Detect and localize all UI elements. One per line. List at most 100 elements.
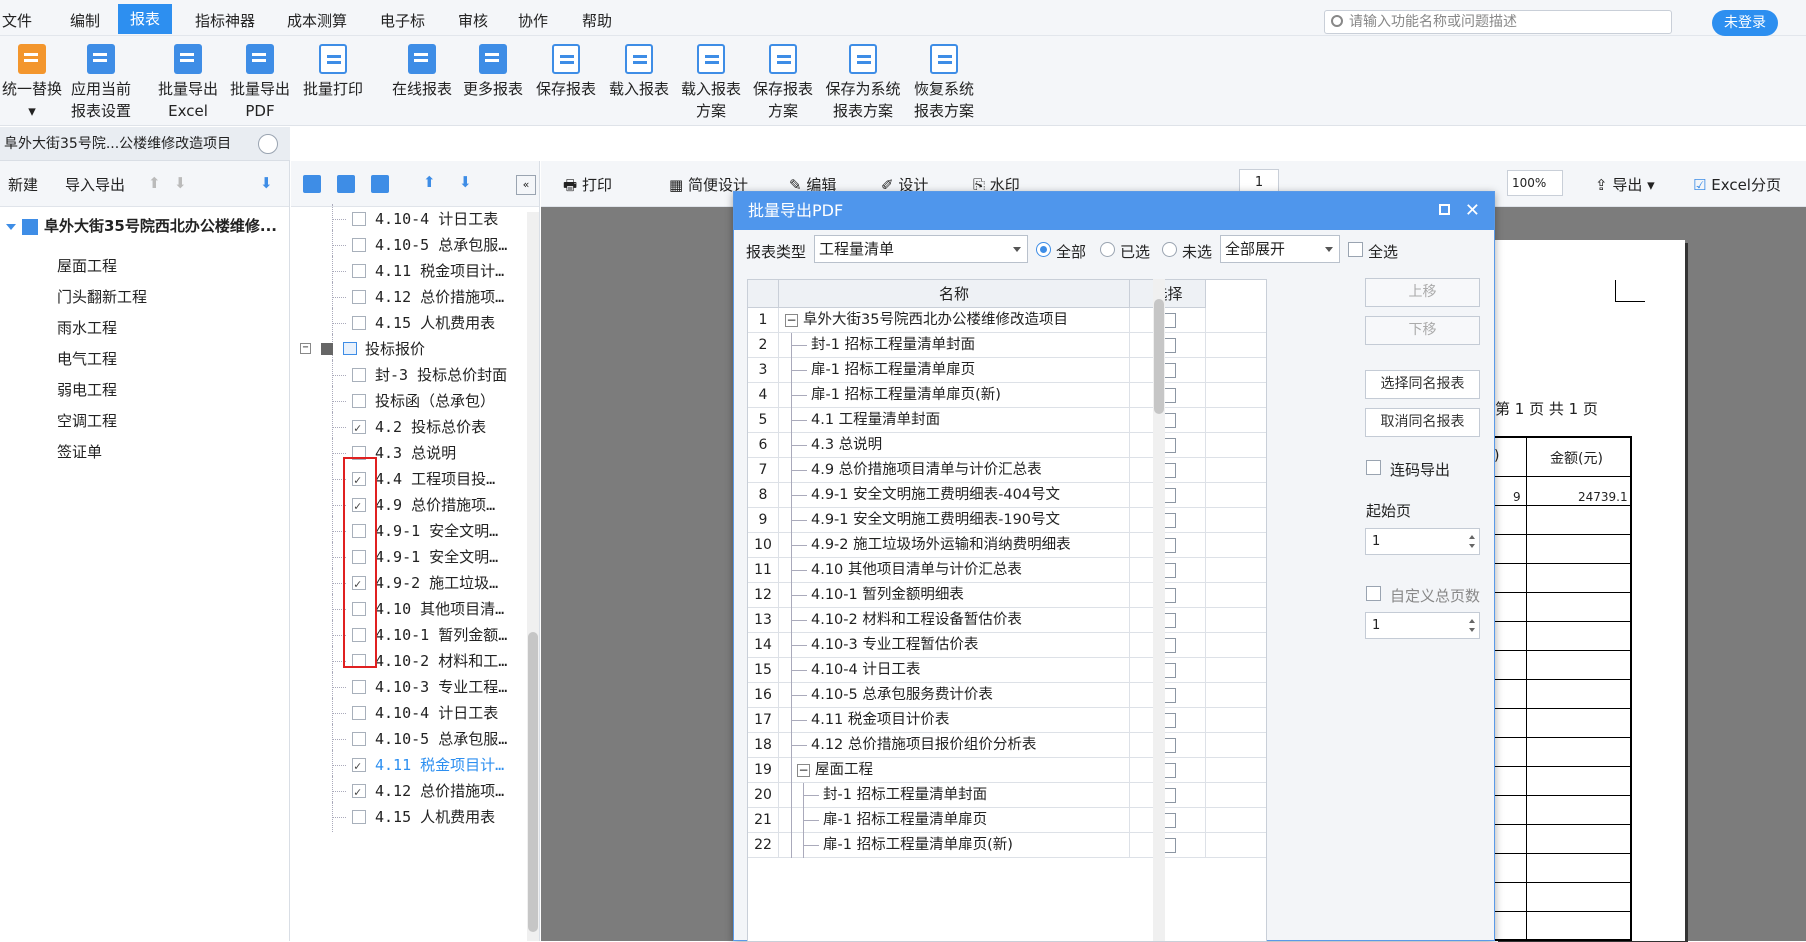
- checkbox-partial-icon[interactable]: [321, 343, 333, 355]
- move-down-button[interactable]: 下移: [1365, 316, 1480, 345]
- export-button[interactable]: ⇪ 导出 ▾: [1595, 174, 1655, 195]
- more-report-button[interactable]: 更多报表: [460, 44, 526, 100]
- online-report-button[interactable]: 在线报表: [389, 44, 455, 100]
- add-report-icon[interactable]: [303, 175, 321, 193]
- scroll-thumb[interactable]: [528, 632, 538, 932]
- grid-row[interactable]: 6 4.3 总说明: [748, 433, 1266, 458]
- download-icon[interactable]: ⬇: [260, 174, 273, 192]
- tree-item[interactable]: 空调工程: [57, 410, 117, 431]
- select-same-name-button[interactable]: 选择同名报表: [1365, 370, 1480, 399]
- radio-selected[interactable]: [1100, 242, 1115, 257]
- tree-item[interactable]: 屋面工程: [57, 255, 117, 276]
- checkbox-checked[interactable]: [352, 777, 366, 807]
- radio-all[interactable]: [1036, 242, 1051, 257]
- replace-button[interactable]: 统一替换 ▾: [2, 44, 62, 122]
- menu-index[interactable]: 指标神器: [195, 10, 255, 31]
- checkbox[interactable]: [352, 732, 366, 746]
- load-scheme-button[interactable]: 载入报表 方案: [678, 44, 744, 122]
- grid-row[interactable]: 1− 阜外大街35号院西北办公楼维修改造项目: [748, 308, 1266, 333]
- grid-row[interactable]: 17 4.11 税金项目计价表: [748, 708, 1266, 733]
- grid-row[interactable]: 7 4.9 总价措施项目清单与计价汇总表: [748, 458, 1266, 483]
- grid-row[interactable]: 13 4.10-2 材料和工程设备暂估价表: [748, 608, 1266, 633]
- custom-total-checkbox[interactable]: [1366, 586, 1381, 601]
- radio-unselected[interactable]: [1162, 242, 1177, 257]
- grid-row[interactable]: 3 扉-1 招标工程量清单扉页: [748, 358, 1266, 383]
- move-up-button[interactable]: 上移: [1365, 278, 1480, 307]
- grid-row[interactable]: 5 4.1 工程量清单封面: [748, 408, 1266, 433]
- tree-root[interactable]: 阜外大街35号院西北办公楼维修...: [6, 215, 277, 236]
- expand-select[interactable]: 全部展开: [1220, 235, 1340, 263]
- stepper-down-icon[interactable]: [1469, 628, 1475, 632]
- stepper-up-icon[interactable]: [1469, 619, 1475, 623]
- save-report-button[interactable]: 保存报表: [533, 44, 599, 100]
- checkbox[interactable]: [352, 368, 366, 382]
- checkbox[interactable]: [352, 290, 366, 304]
- stepper-down-icon[interactable]: [1469, 544, 1475, 548]
- grid-row[interactable]: 22 扉-1 招标工程量清单扉页(新): [748, 833, 1266, 858]
- tree-item[interactable]: 门头翻新工程: [57, 286, 147, 307]
- grid-row[interactable]: 8 4.9-1 安全文明施工费明细表-404号文: [748, 483, 1266, 508]
- grid-row[interactable]: 10 4.9-2 施工垃圾场外运输和消纳费明细表: [748, 533, 1266, 558]
- collapse-panel-icon[interactable]: «: [516, 175, 536, 195]
- checkbox-checked[interactable]: [352, 413, 366, 443]
- checkbox[interactable]: [352, 316, 366, 330]
- collapse-icon[interactable]: −: [785, 314, 798, 327]
- export-excel-button[interactable]: 批量导出 Excel: [155, 44, 221, 122]
- collapse-icon[interactable]: −: [300, 343, 311, 354]
- report-type-select[interactable]: 工程量清单: [814, 235, 1028, 263]
- menu-collab[interactable]: 协作: [518, 10, 548, 31]
- grid-row[interactable]: 4 扉-1 招标工程量清单扉页(新): [748, 383, 1266, 408]
- up-arrow-icon[interactable]: ⬆: [423, 173, 436, 191]
- grid-row[interactable]: 20 封-1 招标工程量清单封面: [748, 783, 1266, 808]
- tree-scrollbar[interactable]: [527, 212, 539, 941]
- load-report-button[interactable]: 载入报表: [606, 44, 672, 100]
- restore-system-scheme-button[interactable]: 恢复系统 报表方案: [909, 44, 979, 122]
- menu-help[interactable]: 帮助: [582, 10, 612, 31]
- tree-item[interactable]: 雨水工程: [57, 317, 117, 338]
- menu-file[interactable]: 文件: [2, 10, 32, 31]
- checkbox-checked[interactable]: [352, 751, 366, 781]
- grid-row[interactable]: 19− 屋面工程: [748, 758, 1266, 783]
- cancel-same-name-button[interactable]: 取消同名报表: [1365, 408, 1480, 437]
- checkbox[interactable]: [352, 810, 366, 824]
- zoom-select[interactable]: 100%: [1507, 170, 1563, 196]
- delete-icon[interactable]: [371, 175, 389, 193]
- excel-paging-checkbox[interactable]: ☑ Excel分页: [1693, 174, 1781, 195]
- grid-row[interactable]: 18 4.12 总价措施项目报价组价分析表: [748, 733, 1266, 758]
- checkbox[interactable]: [352, 706, 366, 720]
- apply-settings-button[interactable]: 应用当前 报表设置: [68, 44, 134, 122]
- grid-row[interactable]: 2 封-1 招标工程量清单封面: [748, 333, 1266, 358]
- menu-edit[interactable]: 编制: [70, 10, 100, 31]
- login-button[interactable]: 未登录: [1712, 10, 1778, 36]
- stepper-up-icon[interactable]: [1469, 535, 1475, 539]
- new-button[interactable]: 新建: [8, 174, 38, 195]
- grid-row[interactable]: 11 4.10 其他项目清单与计价汇总表: [748, 558, 1266, 583]
- menu-cost[interactable]: 成本测算: [287, 10, 347, 31]
- grid-row[interactable]: 21 扉-1 招标工程量清单扉页: [748, 808, 1266, 833]
- collapse-icon[interactable]: [258, 134, 278, 154]
- print-button[interactable]: 🖶 打印: [563, 174, 612, 200]
- menu-ebid[interactable]: 电子标: [380, 10, 425, 31]
- move-up-icon[interactable]: ⬆: [148, 174, 161, 192]
- select-all-checkbox[interactable]: [1348, 242, 1363, 257]
- checkbox[interactable]: [352, 264, 366, 278]
- grid-row[interactable]: 14 4.10-3 专业工程暂估价表: [748, 633, 1266, 658]
- tree-item[interactable]: 电气工程: [57, 348, 117, 369]
- grid-row[interactable]: 12 4.10-1 暂列金额明细表: [748, 583, 1266, 608]
- collapse-icon[interactable]: −: [797, 764, 810, 777]
- grid-row[interactable]: 15 4.10-4 计日工表: [748, 658, 1266, 683]
- start-page-stepper[interactable]: 1: [1365, 528, 1480, 555]
- save-scheme-button[interactable]: 保存报表 方案: [750, 44, 816, 122]
- tree-item[interactable]: 弱电工程: [57, 379, 117, 400]
- checkbox[interactable]: [352, 394, 366, 408]
- tree-item[interactable]: 签证单: [57, 441, 102, 462]
- save-system-scheme-button[interactable]: 保存为系统 报表方案: [823, 44, 903, 122]
- export-pdf-button[interactable]: 批量导出 PDF: [227, 44, 293, 122]
- menu-audit[interactable]: 审核: [458, 10, 488, 31]
- grid-row[interactable]: 16 4.10-5 总承包服务费计价表: [748, 683, 1266, 708]
- grid-row[interactable]: 9 4.9-1 安全文明施工费明细表-190号文: [748, 508, 1266, 533]
- scroll-thumb[interactable]: [1154, 299, 1164, 414]
- continuous-export-checkbox[interactable]: [1366, 460, 1381, 475]
- maximize-icon[interactable]: [1439, 204, 1450, 215]
- checkbox[interactable]: [352, 238, 366, 252]
